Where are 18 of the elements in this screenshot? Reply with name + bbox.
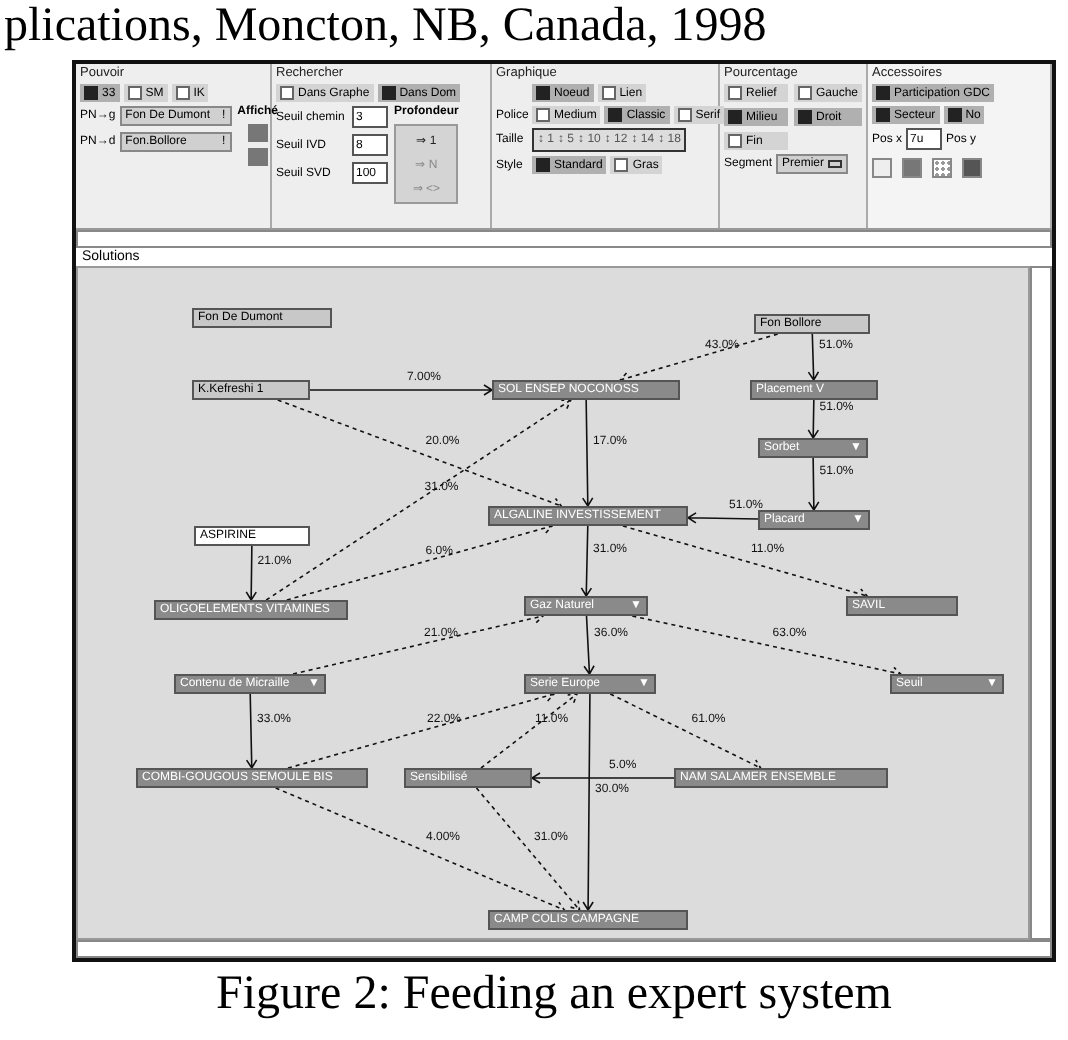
checkbox-icon[interactable] [876,86,890,100]
check-icon-button[interactable] [247,124,268,142]
dropdown-icon [828,160,843,168]
swatch-icon[interactable] [902,158,922,178]
swatch-icon[interactable] [932,158,952,178]
checkbox-icon[interactable] [876,108,890,122]
checkbox-icon[interactable] [84,86,98,100]
figure-caption: Figure 2: Feeding an expert system [214,968,894,1022]
vertical-scrollbar[interactable] [1030,266,1052,940]
swatch-icon[interactable] [872,158,892,178]
header-text: plications, Moncton, NB, Canada, 1998 [4,0,769,52]
checkbox-icon[interactable] [947,108,962,122]
swatch-icon[interactable] [962,158,982,178]
horizontal-scrollbar[interactable] [76,230,1052,248]
checkbox-icon[interactable] [175,86,190,100]
horizontal-scrollbar[interactable] [76,940,1052,958]
checkbox-icon[interactable] [127,86,142,100]
check-icon-button[interactable] [247,148,268,166]
